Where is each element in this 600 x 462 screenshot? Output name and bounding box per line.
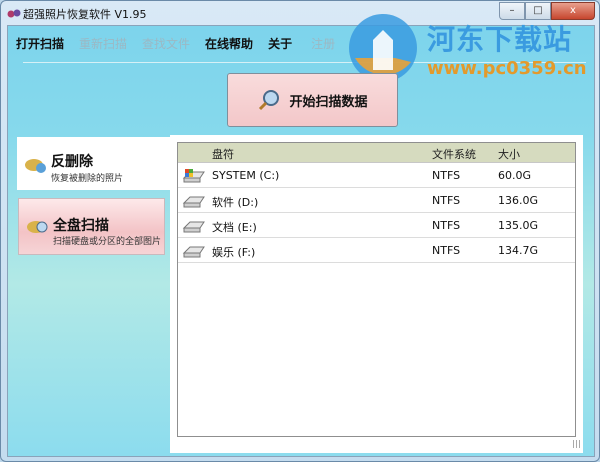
- header-size[interactable]: 大小: [498, 146, 520, 162]
- drive-table: 盘符 文件系统 大小 SYSTEM (C:) NTFS 60.0G 软件 (D:…: [177, 142, 576, 437]
- header-drive[interactable]: 盘符: [212, 146, 234, 162]
- drive-filesystem: NTFS: [432, 219, 461, 232]
- drive-name: 软件 (D:): [212, 196, 259, 209]
- full-scan-icon: [27, 221, 48, 233]
- window-title: 超强照片恢复软件 V1.95: [23, 8, 147, 21]
- drive-size: 134.7G: [498, 244, 539, 257]
- drive-name: 文档 (E:): [212, 221, 257, 234]
- drive-name: SYSTEM (C:): [212, 169, 280, 182]
- watermark-url: www.pc0359.cn: [427, 58, 587, 79]
- app-icon: [7, 9, 21, 18]
- drive-size: 60.0G: [498, 169, 532, 182]
- start-scan-label: 开始扫描数据: [289, 94, 368, 110]
- drive-size: 136.0G: [498, 194, 539, 207]
- table-row[interactable]: 软件 (D:) NTFS 136.0G: [178, 188, 575, 213]
- table-row[interactable]: 娱乐 (F:) NTFS 134.7G: [178, 238, 575, 263]
- start-scan-button[interactable]: 开始扫描数据: [227, 73, 398, 127]
- menu-open-scan[interactable]: 打开扫描: [16, 35, 64, 52]
- system-drive-icon: [182, 169, 205, 183]
- drive-icon: [182, 221, 205, 233]
- menu-about[interactable]: 关于: [268, 35, 292, 52]
- mode-full-scan-title: 全盘扫描: [53, 218, 109, 234]
- mode-full-scan[interactable]: 全盘扫描 扫描硬盘或分区的全部图片: [18, 198, 165, 255]
- table-row[interactable]: SYSTEM (C:) NTFS 60.0G: [178, 163, 575, 188]
- resize-grip[interactable]: [573, 440, 581, 448]
- table-header: 盘符 文件系统 大小: [178, 143, 575, 163]
- mode-undelete[interactable]: 反删除 恢复被删除的照片: [17, 137, 170, 190]
- drive-filesystem: NTFS: [432, 194, 461, 207]
- menu-online-help[interactable]: 在线帮助: [205, 35, 253, 52]
- drive-icon: [182, 246, 205, 258]
- menu-bar: 打开扫描 重新扫描 查找文件 在线帮助 关于 注册: [16, 35, 350, 52]
- undelete-icon: [25, 159, 46, 173]
- watermark-name: 河东下载站: [427, 23, 573, 56]
- drive-filesystem: NTFS: [432, 169, 461, 182]
- drive-filesystem: NTFS: [432, 244, 461, 257]
- drive-icon: [182, 196, 205, 208]
- header-filesystem[interactable]: 文件系统: [432, 146, 476, 162]
- menu-find-files[interactable]: 查找文件: [142, 35, 190, 52]
- mode-undelete-title: 反删除: [51, 154, 93, 170]
- magnifier-icon: [259, 90, 280, 111]
- mode-full-scan-subtitle: 扫描硬盘或分区的全部图片: [53, 237, 162, 247]
- mode-undelete-subtitle: 恢复被删除的照片: [51, 174, 124, 184]
- drive-name: 娱乐 (F:): [212, 246, 256, 259]
- drive-size: 135.0G: [498, 219, 539, 232]
- menu-rescan[interactable]: 重新扫描: [79, 35, 127, 52]
- menu-register[interactable]: 注册: [311, 35, 335, 52]
- table-row[interactable]: 文档 (E:) NTFS 135.0G: [178, 213, 575, 238]
